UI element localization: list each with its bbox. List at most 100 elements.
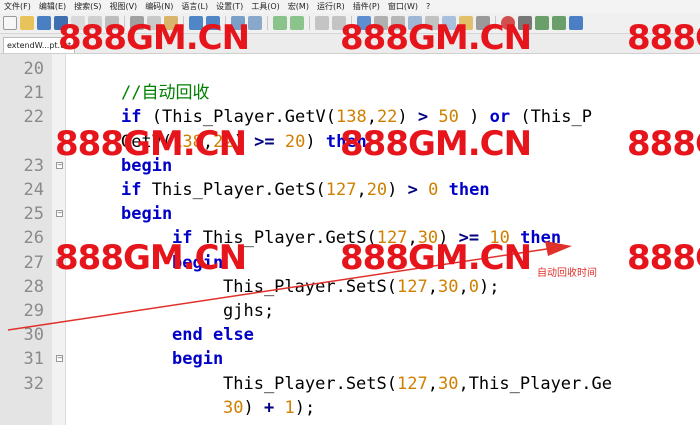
code-token: (This_P (510, 107, 592, 128)
code-token: ) (233, 131, 255, 152)
sync-vertical-icon[interactable] (315, 16, 329, 30)
code-token: 30 (223, 397, 244, 418)
code-line[interactable]: GetV(138,22) >= 20) then (121, 130, 367, 154)
code-line[interactable]: if This_Player.GetS(127,30) >= 10 then (172, 226, 561, 250)
code-line[interactable]: begin (172, 251, 223, 275)
code-token: then (520, 228, 562, 249)
menu-item[interactable]: 编辑(E) (35, 1, 70, 12)
zoom-in-icon[interactable] (273, 16, 287, 30)
copy-icon[interactable] (147, 16, 161, 30)
undo-icon[interactable] (189, 16, 203, 30)
close-icon[interactable] (71, 16, 85, 30)
code-token: , (427, 276, 438, 297)
code-token: GetV( (121, 131, 173, 152)
code-token: 0 (428, 180, 439, 200)
menu-item[interactable]: 窗口(W) (384, 1, 422, 12)
menu-item[interactable]: 设置(T) (212, 1, 247, 12)
menu-item[interactable]: 语言(L) (177, 1, 212, 12)
code-token: else (212, 325, 254, 346)
doc-map-icon[interactable] (425, 16, 439, 30)
menu-item[interactable]: 宏(M) (284, 1, 313, 12)
fold-toggle-icon[interactable]: − (56, 355, 63, 363)
user-language-icon[interactable] (408, 16, 422, 30)
code-token: >= (254, 131, 275, 152)
toolbar-separator (267, 16, 268, 30)
function-list-icon[interactable] (442, 16, 456, 30)
redo-icon[interactable] (206, 16, 220, 30)
run-macro-multiple-icon[interactable] (552, 16, 566, 30)
code-line[interactable]: 30) + 1); (223, 396, 315, 420)
tab-file[interactable]: extendW...pt.txt✕ (3, 37, 75, 53)
menu-item[interactable]: ? (422, 2, 434, 11)
zoom-out-icon[interactable] (290, 16, 304, 30)
menu-item[interactable]: 插件(P) (349, 1, 384, 12)
code-line[interactable]: gjhs; (223, 299, 274, 323)
code-token: , (366, 107, 377, 128)
fold-toggle-icon[interactable]: − (56, 210, 63, 218)
code-editor[interactable]: 20 21//自动回收 22 if (This_Player.GetV(138,22)… (0, 54, 700, 425)
replace-icon[interactable] (248, 16, 262, 30)
code-token: begin (121, 204, 173, 225)
tab-close-icon[interactable]: ✕ (73, 38, 74, 53)
find-icon[interactable] (231, 16, 245, 30)
code-line[interactable]: This_Player.SetS(127,30,This_Player.Ge (223, 372, 612, 396)
line-number: 22 (23, 107, 44, 128)
menu-item[interactable]: 搜索(S) (70, 1, 105, 12)
fold-margin (52, 54, 66, 425)
indent-guide-icon[interactable] (391, 16, 405, 30)
code-line[interactable]: begin (121, 202, 172, 226)
code-token: , (356, 180, 367, 200)
record-macro-icon[interactable] (501, 16, 515, 30)
line-number: 32 (23, 373, 44, 394)
line-number: 21 (23, 83, 44, 104)
monitoring-icon[interactable] (476, 16, 490, 30)
line-number: 28 (23, 276, 44, 297)
paste-icon[interactable] (164, 16, 178, 30)
code-token: begin (172, 252, 224, 273)
play-macro-icon[interactable] (535, 16, 549, 30)
code-line[interactable]: if This_Player.GetS(127,20) > 0 then (121, 178, 490, 202)
code-line[interactable]: begin (121, 154, 172, 178)
word-wrap-icon[interactable] (357, 16, 371, 30)
print-icon[interactable] (105, 16, 119, 30)
code-token: > (417, 107, 429, 128)
code-line[interactable]: This_Player.SetS(127,30,0); (223, 275, 499, 299)
code-line[interactable]: //自动回收 (121, 81, 209, 105)
menu-item[interactable]: 文件(F) (0, 1, 35, 12)
menu-item[interactable]: 编码(N) (141, 1, 177, 12)
new-file-icon[interactable] (3, 16, 17, 30)
line-number: 30 (23, 325, 44, 346)
save-icon[interactable] (37, 16, 51, 30)
cut-icon[interactable] (130, 16, 144, 30)
code-token: 127 (397, 276, 428, 297)
menu-item[interactable]: 运行(R) (313, 1, 349, 12)
menu-item[interactable]: 工具(O) (247, 1, 284, 12)
code-token: //自动回收 (121, 83, 210, 104)
folder-workspace-icon[interactable] (459, 16, 473, 30)
fold-toggle-icon[interactable]: − (56, 258, 63, 266)
code-token: 30 (437, 373, 459, 394)
menu-item[interactable]: 视图(V) (105, 1, 141, 12)
code-line[interactable]: begin (172, 347, 223, 371)
show-all-chars-icon[interactable] (374, 16, 388, 30)
code-token: ( (141, 107, 162, 128)
stop-macro-icon[interactable] (518, 16, 532, 30)
open-file-icon[interactable] (20, 16, 34, 30)
close-all-icon[interactable] (88, 16, 102, 30)
code-token: 127 (376, 228, 408, 249)
fold-toggle-icon[interactable]: − (56, 161, 63, 169)
tab-strip: extendW...pt.txt✕ (0, 34, 700, 54)
code-token: or (489, 107, 511, 128)
code-line[interactable]: end else (172, 323, 254, 347)
code-token: 50 (438, 107, 459, 128)
save-all-icon[interactable] (54, 16, 68, 30)
code-line[interactable]: if (This_Player.GetV(138,22) > 50 ) or (… (121, 105, 592, 129)
sync-horizontal-icon[interactable] (332, 16, 346, 30)
code-token: , (458, 276, 469, 297)
code-token: ); (478, 276, 500, 297)
code-token: ) (458, 107, 490, 128)
save-macro-icon[interactable] (569, 16, 583, 30)
toolbar-separator (309, 16, 310, 30)
